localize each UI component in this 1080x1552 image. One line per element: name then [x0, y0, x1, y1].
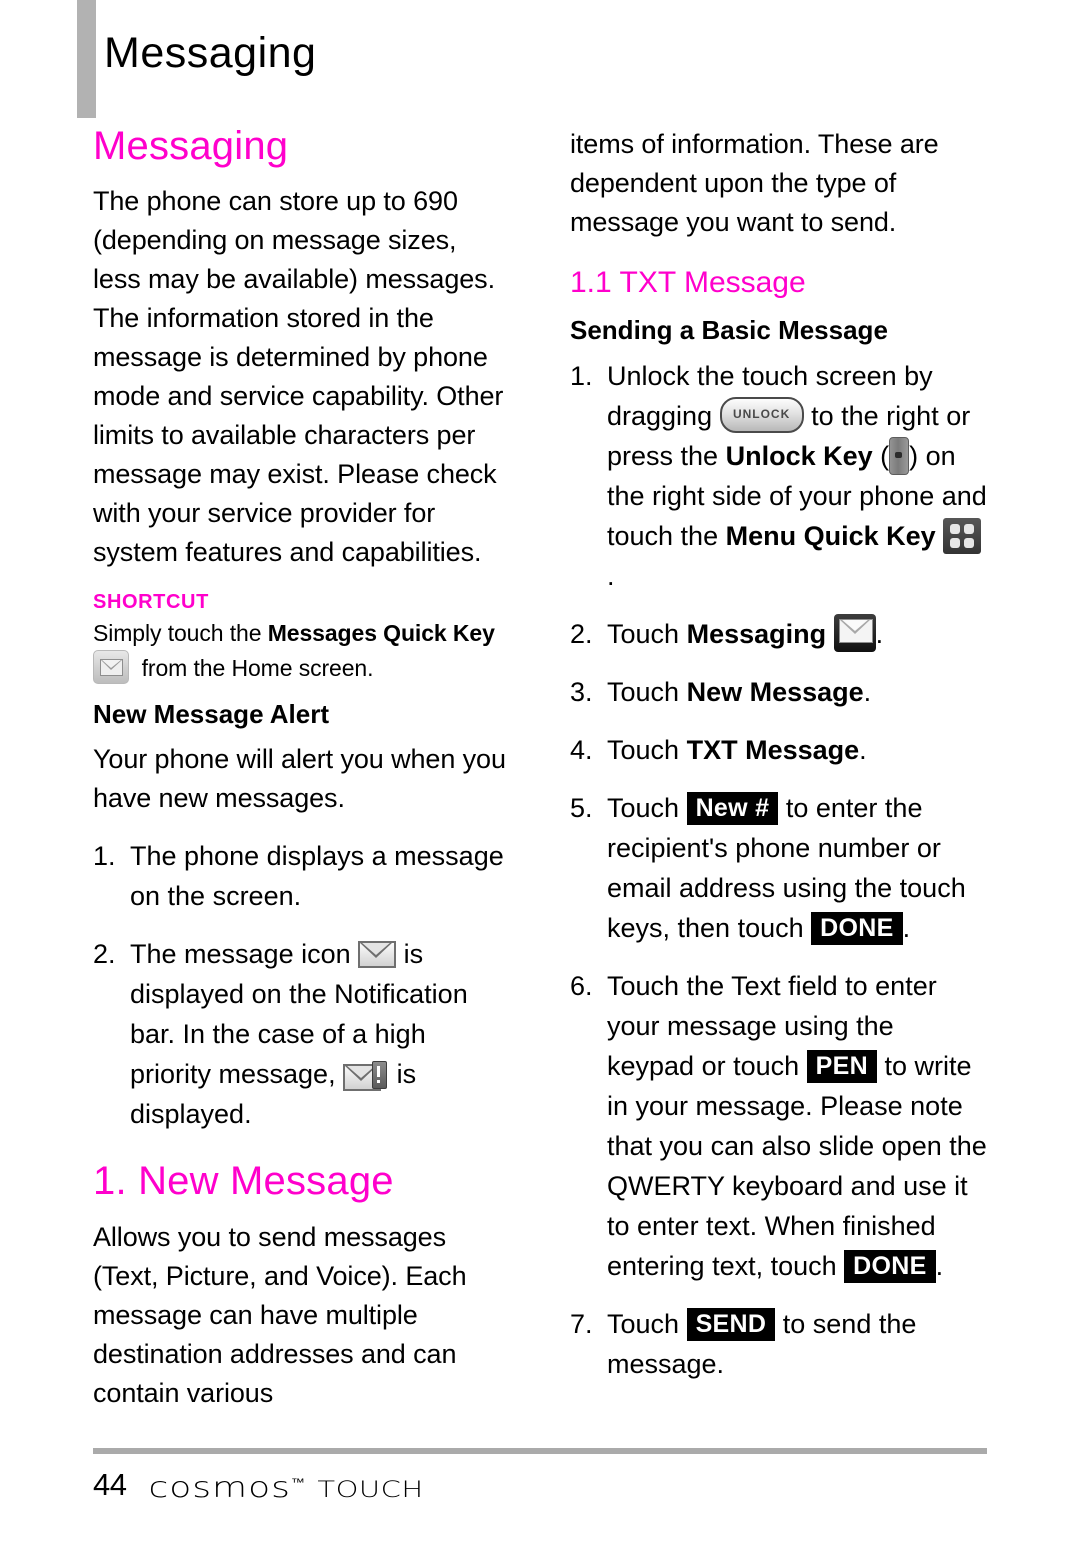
product-name: TOUCH	[317, 1475, 424, 1503]
messages-quick-key-icon	[93, 650, 129, 685]
shortcut-label: SHORTCUT	[93, 591, 209, 614]
step-6-part3: .	[935, 1250, 944, 1281]
envelope-priority-icon	[343, 1061, 389, 1092]
new-message-heading: 1. New Message	[93, 1159, 394, 1204]
unlock-hardware-key-icon	[889, 436, 910, 475]
trademark-symbol: ™	[290, 1476, 305, 1490]
page-footer: 44 cosmos™ TOUCH	[93, 1463, 424, 1504]
brand-logo: cosmos™ TOUCH	[148, 1472, 423, 1504]
left-column: Messaging The phone can store up to 690 …	[93, 124, 511, 1431]
step-6: 6. Touch the Text field to enter your me…	[570, 966, 988, 1286]
shortcut-text: Simply touch the Messages Quick Key from…	[93, 616, 511, 685]
alert-step-2-number: 2.	[93, 939, 116, 970]
step-6-part2: to write in your message. Please note th…	[607, 1050, 987, 1281]
step-3-number: 3.	[570, 676, 593, 707]
header-title: Messaging	[104, 29, 317, 77]
step-7: 7. Touch SEND to send the message.	[570, 1304, 988, 1384]
right-column: items of information. These are dependen…	[570, 125, 988, 1402]
step-2-part2: .	[875, 618, 884, 649]
step-3-part2: .	[863, 676, 872, 707]
intro-paragraph: The phone can store up to 690 (depending…	[93, 186, 504, 568]
step-1-bold-unlock-key: Unlock Key	[725, 440, 873, 471]
step-4-part1: Touch	[607, 734, 680, 765]
pen-button[interactable]: PEN	[806, 1049, 877, 1083]
alert-step-2-part1: The message icon	[130, 939, 351, 970]
step-1-number: 1.	[570, 360, 593, 391]
section-heading-messaging: Messaging	[93, 124, 289, 168]
step-2: 2. Touch Messaging .	[570, 613, 988, 654]
step-2-part1: Touch	[607, 618, 680, 649]
step-5-part1: Touch	[607, 792, 680, 823]
manual-page: Messaging Messaging The phone can store …	[0, 0, 1080, 1552]
new-message-paragraph: Allows you to send messages (Text, Pictu…	[93, 1221, 467, 1408]
page-number: 44	[93, 1467, 127, 1502]
done-button-2[interactable]: DONE	[844, 1249, 936, 1283]
txt-message-heading: 1.1 TXT Message	[570, 266, 806, 299]
header-tab-bar	[77, 0, 96, 118]
shortcut-text-after: from the Home screen.	[141, 655, 374, 682]
step-6-number: 6.	[570, 970, 593, 1001]
alert-step-1-number: 1.	[93, 841, 116, 872]
step-3-bold-new-message: New Message	[686, 676, 864, 707]
menu-quick-key-icon	[943, 517, 982, 554]
envelope-icon	[358, 941, 397, 969]
step-7-number: 7.	[570, 1308, 593, 1339]
step-4-part2: .	[859, 734, 867, 765]
step-2-number: 2.	[570, 618, 593, 649]
alert-intro-paragraph: Your phone will alert you when you have …	[93, 744, 506, 814]
footer-divider	[93, 1448, 987, 1454]
step-1: 1. Unlock the touch screen by dragging U…	[570, 356, 988, 596]
shortcut-bold-part: Messages Quick Key	[267, 620, 495, 647]
new-number-button[interactable]: New #	[686, 791, 779, 825]
step-4-bold-txt-message: TXT Message	[686, 734, 860, 765]
step-2-bold-messaging: Messaging	[686, 618, 827, 649]
shortcut-text-before: Simply touch the	[93, 620, 268, 647]
step-4: 4. Touch TXT Message.	[570, 730, 988, 770]
step-5-number: 5.	[570, 792, 593, 823]
unlock-slider-icon[interactable]: UNLOCK	[719, 396, 804, 433]
send-button[interactable]: SEND	[686, 1307, 776, 1341]
brand-name: cosmos	[148, 1472, 291, 1504]
messaging-app-icon	[833, 613, 876, 652]
step-1-part3: (	[880, 440, 890, 471]
alert-step-1-text: The phone displays a message on the scre…	[130, 841, 504, 912]
step-7-part1: Touch	[607, 1308, 680, 1339]
done-button[interactable]: DONE	[811, 911, 903, 945]
alert-step-1: 1. The phone displays a message on the s…	[93, 836, 511, 916]
continued-paragraph: items of information. These are dependen…	[570, 129, 939, 237]
step-1-part5: .	[607, 560, 615, 591]
step-3: 3. Touch New Message.	[570, 672, 988, 712]
sending-basic-message-heading: Sending a Basic Message	[570, 314, 888, 345]
page-header: Messaging	[0, 0, 1080, 120]
step-3-part1: Touch	[607, 676, 680, 707]
step-5: 5. Touch New # to enter the recipient's …	[570, 788, 988, 948]
alert-step-2: 2. The message icon is displayed on the …	[93, 934, 511, 1134]
step-5-part3: .	[902, 912, 911, 943]
step-4-number: 4.	[570, 734, 593, 765]
step-1-bold-menu-quick-key: Menu Quick Key	[725, 520, 936, 551]
new-message-alert-heading: New Message Alert	[93, 699, 330, 730]
